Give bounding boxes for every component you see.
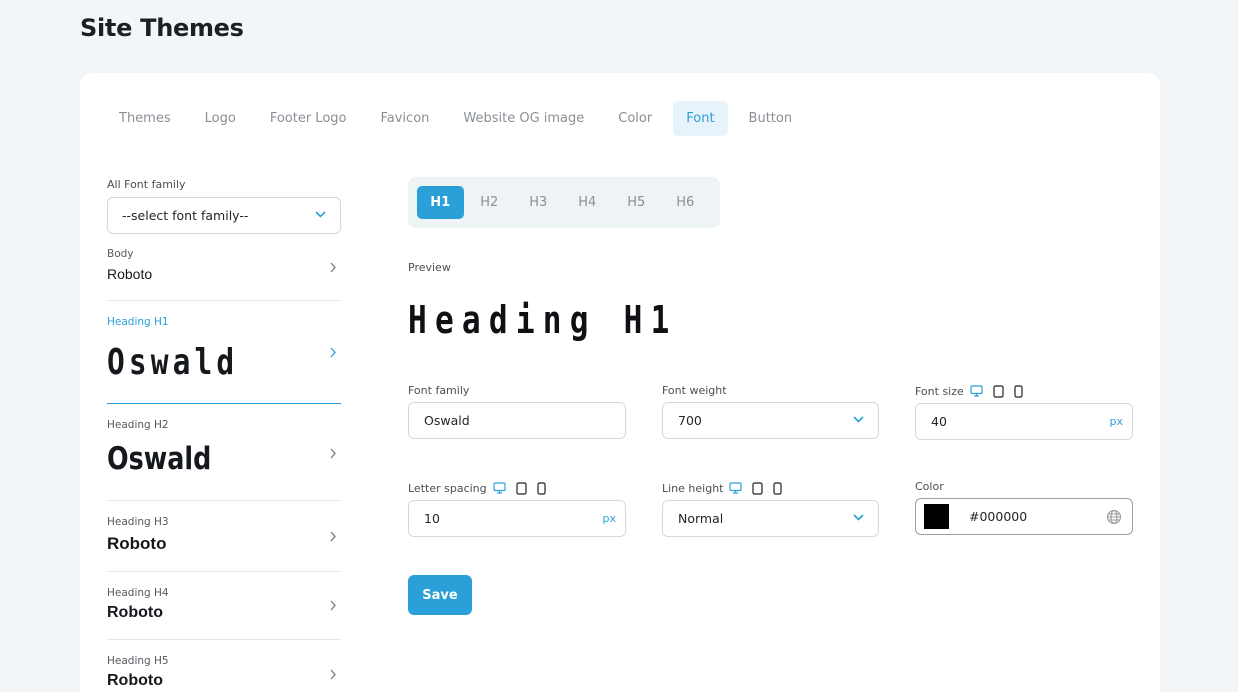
color-value: #000000 bbox=[969, 509, 1028, 524]
font-item-heading-h3[interactable]: Heading H3 Roboto bbox=[107, 501, 341, 572]
all-font-family-value: --select font family-- bbox=[122, 208, 249, 223]
font-item-value: Oswald bbox=[107, 441, 212, 477]
font-item-label: Heading H5 bbox=[107, 655, 169, 667]
font-item-label: Heading H2 bbox=[107, 419, 169, 431]
page-title: Site Themes bbox=[80, 14, 244, 42]
font-item-value: Roboto bbox=[107, 604, 163, 621]
preview-heading: Heading H1 bbox=[408, 298, 678, 342]
heading-tab-h6[interactable]: H6 bbox=[662, 186, 709, 219]
font-item-label: Heading H4 bbox=[107, 587, 169, 599]
line-height-value: Normal bbox=[678, 511, 724, 526]
font-weight-label: Font weight bbox=[662, 383, 727, 397]
tab-footer-logo[interactable]: Footer Logo bbox=[257, 101, 360, 136]
all-font-family-label: All Font family bbox=[107, 178, 186, 191]
desktop-icon[interactable] bbox=[729, 482, 743, 494]
line-height-field: Line height Normal bbox=[662, 480, 879, 537]
chevron-right-icon bbox=[330, 531, 336, 542]
save-button[interactable]: Save bbox=[408, 575, 472, 615]
color-field: Color #000000 bbox=[915, 478, 1133, 535]
font-size-input[interactable]: 40 px bbox=[915, 403, 1133, 440]
desktop-icon[interactable] bbox=[493, 482, 506, 494]
themes-card: Themes Logo Footer Logo Favicon Website … bbox=[80, 73, 1160, 692]
font-item-value: Roboto bbox=[107, 672, 163, 689]
font-item-heading-h4[interactable]: Heading H4 Roboto bbox=[107, 572, 341, 640]
font-size-value: 40 bbox=[931, 414, 947, 429]
letter-spacing-value: 10 bbox=[424, 511, 440, 526]
tab-button[interactable]: Button bbox=[736, 101, 806, 136]
mobile-icon[interactable] bbox=[537, 481, 546, 495]
mobile-icon[interactable] bbox=[773, 481, 783, 495]
font-item-heading-h1[interactable]: Heading H1 Oswald bbox=[107, 301, 341, 404]
font-list-panel: All Font family --select font family-- B… bbox=[107, 178, 341, 692]
chevron-right-icon bbox=[330, 448, 336, 459]
letter-spacing-label: Letter spacing bbox=[408, 481, 487, 495]
tab-website-og-image[interactable]: Website OG image bbox=[450, 101, 597, 136]
font-item-label: Heading H3 bbox=[107, 516, 169, 528]
font-weight-select[interactable]: 700 bbox=[662, 402, 879, 439]
font-size-label: Font size bbox=[915, 384, 964, 398]
font-size-unit: px bbox=[1109, 415, 1124, 428]
mobile-icon[interactable] bbox=[1014, 384, 1023, 398]
font-family-label: Font family bbox=[408, 383, 470, 397]
chevron-down-icon bbox=[315, 211, 326, 218]
chevron-down-icon bbox=[853, 514, 864, 521]
tablet-icon[interactable] bbox=[516, 481, 527, 495]
chevron-down-icon bbox=[853, 416, 864, 423]
desktop-icon[interactable] bbox=[970, 385, 983, 397]
tab-logo[interactable]: Logo bbox=[192, 101, 249, 136]
font-family-input[interactable]: Oswald bbox=[408, 402, 626, 439]
heading-level-tabs: H1 H2 H3 H4 H5 H6 bbox=[408, 177, 720, 228]
font-item-heading-h5[interactable]: Heading H5 Roboto bbox=[107, 640, 341, 692]
preview-label: Preview bbox=[408, 261, 451, 274]
all-font-family-select[interactable]: --select font family-- bbox=[107, 197, 341, 234]
font-item-value: Oswald bbox=[107, 342, 239, 383]
font-item-value: Roboto bbox=[107, 534, 167, 553]
color-label: Color bbox=[915, 479, 944, 493]
chevron-right-icon bbox=[330, 600, 336, 611]
tablet-icon[interactable] bbox=[752, 481, 764, 495]
font-item-value: Roboto bbox=[107, 266, 153, 282]
font-family-value: Oswald bbox=[424, 413, 470, 428]
heading-tab-h5[interactable]: H5 bbox=[613, 186, 660, 219]
theme-tabs: Themes Logo Footer Logo Favicon Website … bbox=[106, 101, 813, 136]
heading-tab-h4[interactable]: H4 bbox=[564, 186, 611, 219]
color-swatch[interactable] bbox=[924, 504, 949, 529]
heading-tab-h2[interactable]: H2 bbox=[466, 186, 513, 219]
globe-icon[interactable] bbox=[1106, 509, 1122, 525]
tab-color[interactable]: Color bbox=[605, 101, 665, 136]
letter-spacing-field: Letter spacing 10 px bbox=[408, 480, 626, 537]
tab-favicon[interactable]: Favicon bbox=[367, 101, 442, 136]
heading-tab-h1[interactable]: H1 bbox=[417, 186, 464, 219]
letter-spacing-input[interactable]: 10 px bbox=[408, 500, 626, 537]
font-weight-field: Font weight 700 bbox=[662, 382, 879, 439]
font-item-body[interactable]: Body Roboto bbox=[107, 234, 341, 301]
heading-tab-h3[interactable]: H3 bbox=[515, 186, 562, 219]
font-item-label: Body bbox=[107, 248, 134, 260]
font-item-heading-h2[interactable]: Heading H2 Oswald bbox=[107, 404, 341, 501]
tab-font[interactable]: Font bbox=[673, 101, 728, 136]
letter-spacing-unit: px bbox=[602, 512, 617, 525]
chevron-right-icon bbox=[330, 669, 336, 680]
line-height-select[interactable]: Normal bbox=[662, 500, 879, 537]
tablet-icon[interactable] bbox=[993, 384, 1004, 398]
color-input[interactable]: #000000 bbox=[915, 498, 1133, 535]
font-item-label: Heading H1 bbox=[107, 316, 169, 328]
font-family-field: Font family Oswald bbox=[408, 382, 626, 439]
tab-themes[interactable]: Themes bbox=[106, 101, 184, 136]
font-size-field: Font size 40 px bbox=[915, 383, 1133, 440]
chevron-right-icon bbox=[330, 347, 336, 358]
font-weight-value: 700 bbox=[678, 413, 702, 428]
chevron-right-icon bbox=[330, 262, 336, 273]
line-height-label: Line height bbox=[662, 481, 724, 495]
